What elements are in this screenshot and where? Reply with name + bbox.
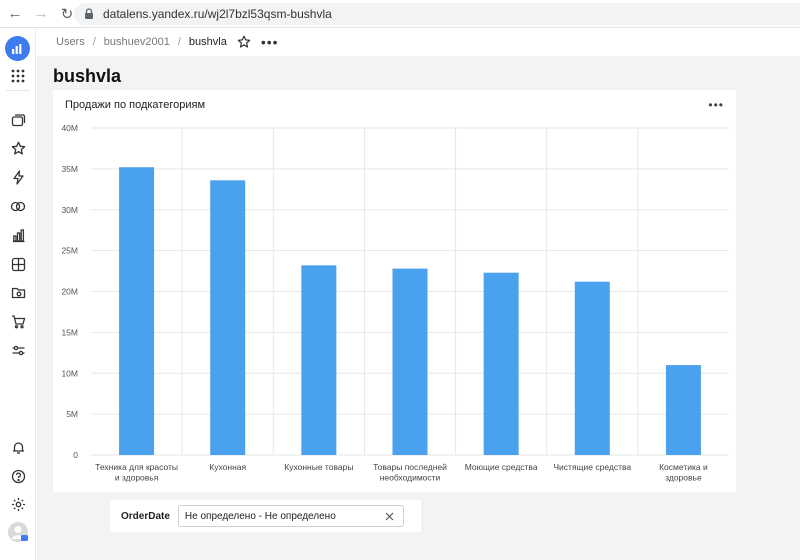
favorite-star-icon[interactable]: [237, 35, 251, 49]
y-tick-label: 30M: [61, 205, 78, 215]
y-tick-label: 40M: [61, 123, 78, 133]
orderdate-filter: OrderDate Не определено - Не определено: [110, 500, 421, 532]
settings-gear-icon[interactable]: [7, 493, 29, 515]
x-tick-label: Товары последней: [373, 462, 447, 472]
main-area: Users / bushuev2001 / bushvla ••• bushvl…: [37, 28, 800, 560]
browser-toolbar: ← → ↻ datalens.yandex.ru/wj2l7bzl53qsm-b…: [0, 0, 800, 28]
chart-widget: 0 5M 10M 15M 20M 25M 30M 35M 40M Техника для крас…: [53, 90, 736, 492]
filter-value: Не определено - Не определено: [184, 510, 336, 522]
x-tick-label: Косметика и: [659, 462, 708, 472]
connections-icon[interactable]: [7, 195, 29, 217]
bar: [392, 268, 428, 455]
charts-icon[interactable]: [7, 224, 29, 246]
y-tick-label: 15M: [61, 327, 78, 337]
y-tick-label: 20M: [61, 287, 78, 297]
x-tick-label: необходимости: [380, 473, 441, 483]
bar: [210, 180, 246, 455]
bar: [301, 265, 337, 455]
x-tick-label: Кухонная: [209, 462, 246, 472]
x-tick-label: здоровье: [665, 473, 702, 483]
lock-badge-icon: [21, 535, 28, 541]
y-tick-label: 5M: [66, 409, 78, 419]
bar: [574, 281, 610, 455]
favorites-star-icon[interactable]: [7, 137, 29, 159]
y-tick-label: 25M: [61, 246, 78, 256]
bar: [483, 272, 519, 455]
clear-icon[interactable]: [383, 509, 397, 523]
bar-chart: 0 5M 10M 15M 20M 25M 30M 35M 40M Техника для крас…: [61, 123, 729, 483]
left-navigation-rail: [0, 28, 36, 560]
datalens-logo[interactable]: [5, 36, 30, 61]
lock-icon: [85, 8, 93, 19]
apps-icon[interactable]: [7, 65, 29, 87]
folder-icon[interactable]: [7, 281, 29, 303]
x-tick-label: Кухонные товары: [284, 462, 353, 472]
y-tick-label: 10M: [61, 368, 78, 378]
url-text: datalens.yandex.ru/wj2l7bzl53qsm-bushvla: [103, 7, 332, 21]
breadcrumb-user-folder[interactable]: bushuev2001: [104, 36, 170, 48]
x-tick-label: и здоровья: [115, 473, 159, 483]
y-tick-label: 35M: [61, 164, 78, 174]
widget-menu-icon[interactable]: •••: [708, 98, 724, 112]
more-actions-icon[interactable]: •••: [261, 35, 279, 49]
x-tick-label: Моющие средства: [465, 462, 538, 472]
x-tick-label: Чистящие средства: [553, 462, 631, 472]
filter-label: OrderDate: [121, 510, 170, 522]
breadcrumb-users[interactable]: Users: [56, 36, 85, 48]
breadcrumb-separator: /: [92, 36, 96, 48]
notifications-bell-icon[interactable]: [7, 436, 29, 458]
collections-icon[interactable]: [7, 109, 29, 131]
date-range-input[interactable]: Не определено - Не определено: [177, 505, 404, 527]
datasets-table-icon[interactable]: [7, 253, 29, 275]
logo-chart-icon: [12, 43, 22, 54]
x-tick-label: Техника для красоты: [95, 462, 178, 472]
y-tick-label: 0: [73, 450, 78, 460]
breadcrumb-separator: /: [177, 36, 181, 48]
settings-sliders-icon[interactable]: [7, 339, 29, 361]
back-icon[interactable]: ←: [4, 3, 26, 25]
address-bar[interactable]: datalens.yandex.ru/wj2l7bzl53qsm-bushvla: [74, 3, 800, 25]
help-icon[interactable]: [7, 465, 29, 487]
user-avatar[interactable]: [7, 521, 29, 543]
bar: [665, 365, 701, 455]
widget-title: Продажи по подкатегориям: [65, 99, 206, 111]
recent-lightning-icon[interactable]: [7, 166, 29, 188]
marketplace-cart-icon[interactable]: [7, 310, 29, 332]
page-title: bushvla: [53, 66, 122, 86]
bar: [119, 167, 155, 455]
rail-divider: [6, 90, 30, 91]
breadcrumb: Users / bushuev2001 / bushvla •••: [37, 28, 800, 56]
forward-icon[interactable]: →: [30, 3, 52, 25]
breadcrumb-current: bushvla: [188, 36, 227, 48]
